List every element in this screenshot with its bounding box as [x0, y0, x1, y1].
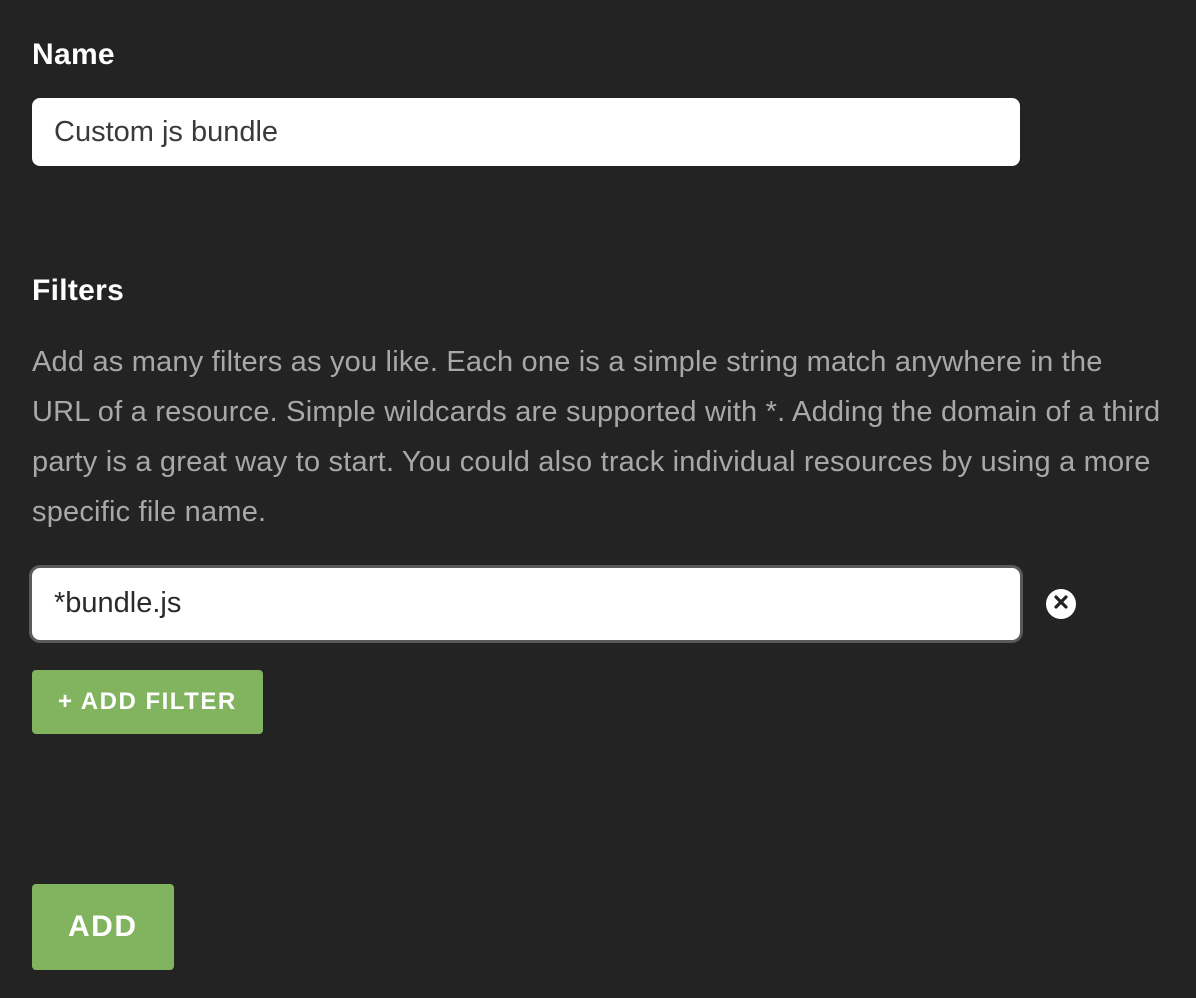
name-label: Name	[32, 38, 1164, 72]
add-filter-button[interactable]: + ADD FILTER	[32, 670, 263, 734]
filters-description: Add as many filters as you like. Each on…	[32, 338, 1162, 538]
close-icon	[1054, 595, 1068, 612]
remove-filter-button[interactable]	[1046, 589, 1076, 619]
filter-input[interactable]	[32, 568, 1020, 640]
name-input[interactable]	[32, 98, 1020, 166]
filters-label: Filters	[32, 274, 1164, 308]
add-button[interactable]: ADD	[32, 884, 174, 970]
filter-row	[32, 568, 1164, 640]
